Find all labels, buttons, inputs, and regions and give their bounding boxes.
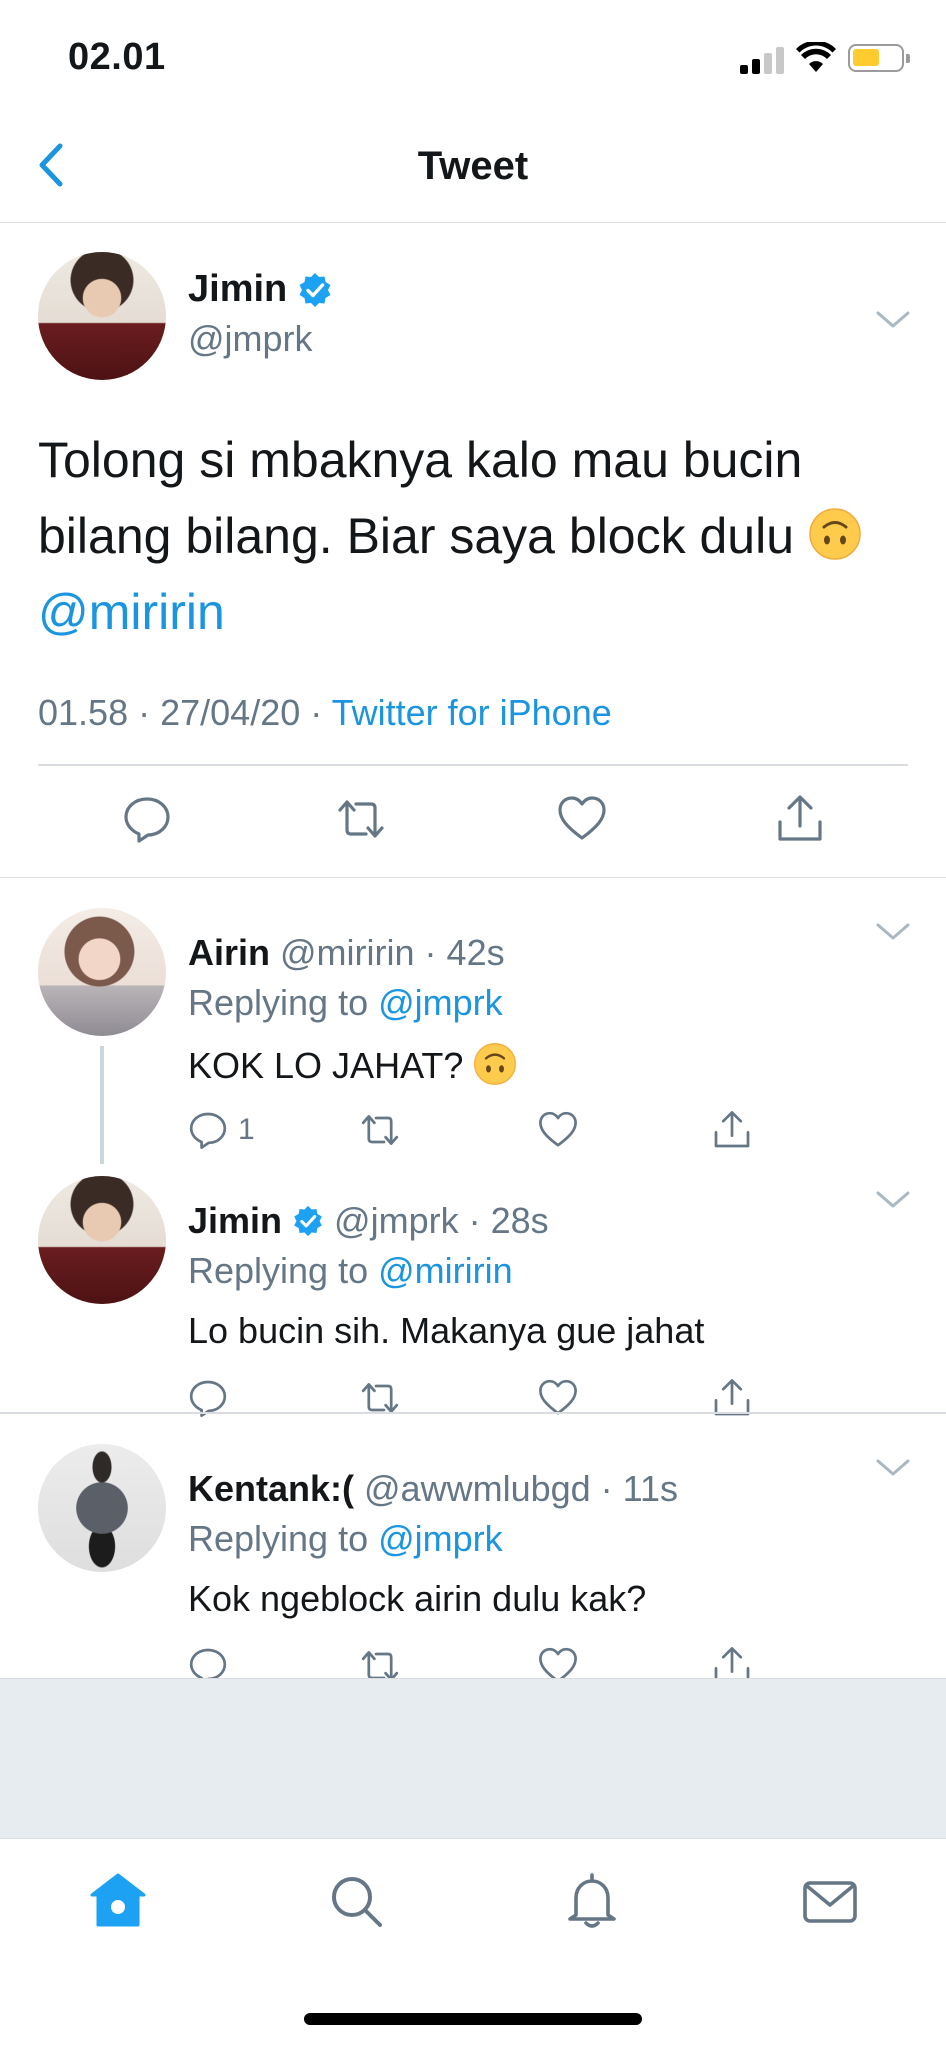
tweet-time: 01.58 bbox=[38, 692, 129, 733]
reply-header: Kentank:( @awwmlubgd · 11s bbox=[188, 1468, 678, 1510]
reply-count: 1 bbox=[238, 1113, 255, 1146]
mention-link[interactable]: @miririn bbox=[38, 574, 918, 650]
chevron-down-icon[interactable] bbox=[876, 310, 910, 330]
like-button[interactable] bbox=[538, 1108, 578, 1152]
avatar[interactable] bbox=[38, 908, 166, 1036]
mention-link[interactable]: @jmprk bbox=[378, 982, 503, 1023]
retweet-icon[interactable] bbox=[336, 794, 386, 844]
chevron-down-icon[interactable] bbox=[876, 922, 910, 942]
main-tweet: Jimin @jmprk Tolong si mbaknya kalo mau … bbox=[0, 224, 946, 878]
page-title: Tweet bbox=[417, 144, 529, 188]
tweet-actions bbox=[0, 794, 946, 854]
tweet-text-line: Tolong si mbaknya kalo mau bucin bbox=[38, 432, 803, 488]
chevron-down-icon[interactable] bbox=[876, 1458, 910, 1478]
chevron-down-icon[interactable] bbox=[876, 1190, 910, 1210]
upside-down-face-emoji-icon bbox=[809, 508, 861, 560]
thread-connector bbox=[100, 1046, 104, 1164]
replying-label: Replying to bbox=[188, 1250, 369, 1291]
separator-dot: · bbox=[458, 1200, 491, 1241]
reply-tweet[interactable]: Jimin @jmprk · 28s Replying to @miririn … bbox=[0, 1176, 946, 1417]
tweet-text: KOK LO JAHAT? bbox=[188, 1042, 517, 1087]
empty-area bbox=[0, 1678, 946, 1838]
retweet-button[interactable] bbox=[360, 1108, 400, 1152]
verified-badge-icon bbox=[294, 1205, 322, 1237]
author-name[interactable]: Jimin bbox=[188, 1200, 282, 1242]
tweet-source-link[interactable]: Twitter for iPhone bbox=[332, 692, 612, 733]
notifications-icon[interactable] bbox=[562, 1871, 622, 1931]
reply-icon bbox=[189, 1112, 227, 1149]
tweet-actions bbox=[188, 1376, 788, 1424]
separator-dot: · bbox=[310, 692, 332, 733]
mention-link[interactable]: @miririn bbox=[378, 1250, 513, 1291]
cellular-signal-icon bbox=[740, 46, 784, 74]
tweet-text-segment: KOK LO JAHAT? bbox=[188, 1045, 464, 1086]
tweet-text-segment: bilang bilang. Biar saya block dulu bbox=[38, 508, 795, 564]
tweet-age: 11s bbox=[622, 1468, 679, 1509]
divider bbox=[0, 1412, 946, 1414]
replying-to: Replying to @jmprk bbox=[188, 982, 503, 1024]
tweet-age: 42s bbox=[446, 932, 505, 973]
tweet-date: 27/04/20 bbox=[160, 692, 301, 733]
tweet-text: Kok ngeblock airin dulu kak? bbox=[188, 1578, 647, 1619]
author-name[interactable]: Kentank:( bbox=[188, 1468, 354, 1510]
wifi-icon bbox=[796, 42, 836, 72]
tweet-actions: 1 bbox=[188, 1108, 788, 1156]
replying-label: Replying to bbox=[188, 1518, 369, 1559]
home-icon[interactable] bbox=[88, 1871, 148, 1931]
author-handle: @jmprk bbox=[334, 1200, 459, 1241]
author-name[interactable]: Airin bbox=[188, 932, 270, 974]
tab-bar bbox=[0, 1838, 946, 2048]
mention-link[interactable]: @jmprk bbox=[378, 1518, 503, 1559]
replying-label: Replying to bbox=[188, 982, 369, 1023]
like-icon[interactable] bbox=[557, 794, 607, 844]
replying-to: Replying to @jmprk bbox=[188, 1518, 503, 1560]
battery-icon bbox=[848, 44, 910, 72]
home-indicator[interactable] bbox=[304, 2013, 642, 2025]
tweet-age: 28s bbox=[490, 1200, 549, 1241]
status-time: 02.01 bbox=[68, 36, 166, 78]
separator-dot: · bbox=[590, 1468, 623, 1509]
author-handle: @miririn bbox=[280, 932, 415, 973]
tweet-text-line: bilang bilang. Biar saya block dulu bbox=[38, 498, 918, 574]
reply-tweet[interactable]: Airin @miririn · 42s Replying to @jmprk … bbox=[0, 908, 946, 1168]
like-icon bbox=[539, 1111, 577, 1147]
reply-icon[interactable] bbox=[122, 794, 172, 844]
messages-icon[interactable] bbox=[800, 1871, 860, 1931]
share-icon[interactable] bbox=[775, 794, 825, 844]
divider bbox=[38, 764, 908, 766]
retweet-icon bbox=[361, 1115, 399, 1145]
avatar[interactable] bbox=[38, 1444, 166, 1572]
share-button[interactable] bbox=[712, 1108, 752, 1152]
author-handle: @jmprk bbox=[188, 318, 313, 359]
author-name[interactable]: Jimin bbox=[188, 268, 287, 311]
separator-dot: · bbox=[414, 932, 447, 973]
avatar[interactable] bbox=[38, 1176, 166, 1304]
tweet-text: Lo bucin sih. Makanya gue jahat bbox=[188, 1310, 705, 1351]
reply-button[interactable]: 1 bbox=[188, 1108, 255, 1152]
upside-down-face-emoji-icon bbox=[474, 1043, 517, 1085]
replying-to: Replying to @miririn bbox=[188, 1250, 513, 1292]
share-icon bbox=[714, 1111, 750, 1148]
separator-dot: · bbox=[138, 692, 161, 733]
reply-header: Jimin @jmprk · 28s bbox=[188, 1200, 549, 1242]
reply-tweet[interactable]: Kentank:( @awwmlubgd · 11s Replying to @… bbox=[0, 1444, 946, 1685]
status-bar: 02.01 bbox=[0, 0, 946, 110]
nav-bar: Tweet bbox=[0, 110, 946, 223]
author-row: Jimin bbox=[188, 268, 333, 311]
tweet-text: Tolong si mbaknya kalo mau bucin bilang … bbox=[38, 422, 918, 650]
author-handle: @awwmlubgd bbox=[364, 1468, 591, 1509]
tweet-meta: 01.58 · 27/04/20 · Twitter for iPhone bbox=[38, 692, 612, 734]
search-icon[interactable] bbox=[326, 1871, 386, 1931]
verified-badge-icon bbox=[299, 272, 331, 307]
reply-header: Airin @miririn · 42s bbox=[188, 932, 505, 974]
avatar[interactable] bbox=[38, 252, 166, 380]
